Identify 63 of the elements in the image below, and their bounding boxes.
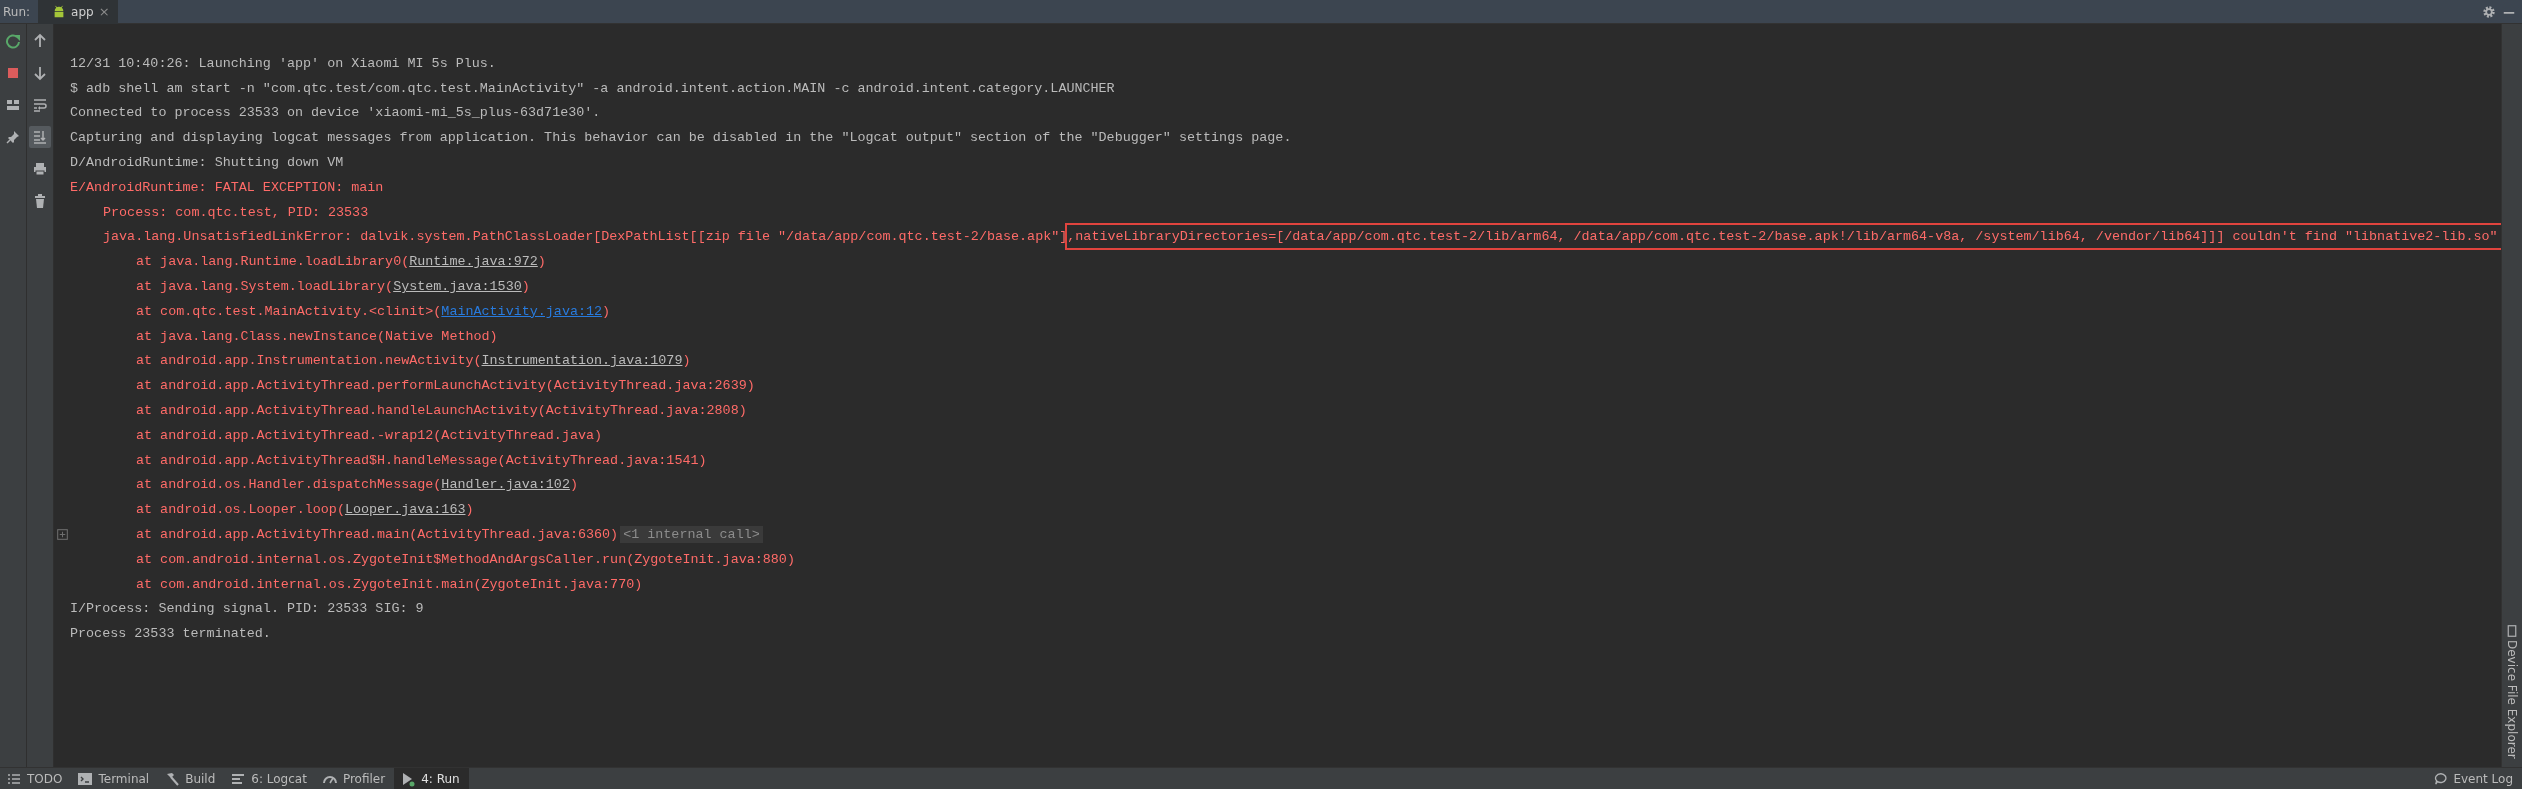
log-text: at com.qtc.test.MainActivity.<clinit>( — [136, 303, 442, 319]
log-line: at com.android.internal.os.ZygoteInit$MethodAndArgsCaller.run(ZygoteInit.java:880) — [136, 551, 795, 567]
log-line: at com.android.internal.os.ZygoteInit.main(ZygoteInit.java:770) — [136, 576, 643, 592]
log-line: at android.app.ActivityThread.handleLaunchActivity(ActivityThread.java:2808) — [136, 403, 747, 419]
play-icon — [400, 770, 417, 787]
log-line: $ adb shell am start -n "com.qtc.test/com.qtc.test.MainActivity" -a android.intent.action.MAIN -c android.intent.category.LAUNCHER — [70, 80, 1115, 96]
log-text: ) — [537, 254, 546, 270]
tool-window-tab[interactable]: Profiler — [315, 768, 395, 789]
log-text: at java.lang.Runtime.loadLibrary0( — [136, 254, 410, 270]
log-text: ) — [521, 279, 530, 295]
source-link[interactable]: Instrumentation.java:1079 — [481, 353, 683, 369]
log-line: Capturing and displaying logcat messages from application. This behavior can be disabled in the "Logcat output" section of the "Debugger" settings page. — [70, 130, 1292, 146]
soft-wrap-icon[interactable] — [32, 97, 48, 113]
run-tab[interactable]: app × — [38, 0, 118, 24]
source-link[interactable]: System.java:1530 — [393, 279, 522, 295]
scroll-to-end-icon[interactable] — [32, 129, 48, 145]
tool-window-tab[interactable]: Terminal — [71, 768, 159, 789]
pin-icon[interactable] — [5, 129, 21, 145]
log-line: Process: com.qtc.test, PID: 23533 — [103, 204, 369, 220]
log-line: E/AndroidRuntime: FATAL EXCEPTION: main — [70, 179, 384, 195]
source-link[interactable]: Looper.java:163 — [344, 502, 466, 518]
log-text: at java.lang.System.loadLibrary( — [136, 279, 394, 295]
close-icon[interactable]: × — [98, 4, 110, 19]
source-link[interactable]: MainActivity.java:12 — [441, 303, 603, 319]
up-arrow-icon[interactable] — [32, 33, 48, 49]
log-text: at android.app.Instrumentation.newActivity( — [136, 353, 482, 369]
device-icon — [2506, 625, 2518, 638]
log-text: ) — [569, 477, 578, 493]
stop-icon[interactable] — [5, 65, 21, 81]
log-line: at android.app.ActivityThread.-wrap12(ActivityThread.java) — [136, 427, 603, 443]
trash-icon[interactable] — [32, 193, 48, 209]
log-text: at android.os.Handler.dispatchMessage( — [136, 477, 442, 493]
tool-window-tab[interactable]: Build — [158, 768, 225, 789]
printer-icon[interactable] — [32, 161, 48, 177]
folded-calls-label[interactable]: <1 internal call> — [620, 526, 763, 544]
log-line: Process 23533 terminated. — [70, 626, 271, 642]
event-log-button[interactable]: Event Log — [2428, 768, 2522, 789]
settings-icon[interactable] — [2482, 4, 2496, 19]
speech-bubble-icon — [2434, 771, 2449, 786]
log-line: Connected to process 23533 on device 'xiaomi-mi_5s_plus-63d71e30'. — [70, 105, 601, 121]
source-link[interactable]: Runtime.java:972 — [409, 254, 538, 270]
log-line: at android.app.ActivityThread.performLaunchActivity(ActivityThread.java:2639) — [136, 378, 755, 394]
device-file-explorer-tab[interactable]: Device File Explorer — [2502, 625, 2522, 759]
rerun-icon[interactable] — [5, 33, 21, 49]
tool-window-tab[interactable]: 6: Logcat — [224, 768, 316, 789]
log-line: I/Process: Sending signal. PID: 23533 SIG: 9 — [70, 601, 424, 617]
log-text: at android.os.Looper.loop( — [136, 502, 345, 518]
tool-window-tab[interactable]: 4: Run — [394, 768, 469, 789]
source-link[interactable]: Handler.java:102 — [441, 477, 570, 493]
log-line: 12/31 10:40:26: Launching 'app' on Xiaomi MI 5s Plus. — [70, 55, 496, 71]
down-arrow-icon[interactable] — [32, 65, 48, 81]
log-text: java.lang.UnsatisfiedLinkError: dalvik.system.PathClassLoader[DexPathList[[zip file "/data/app/com.qtc.test-2/base.apk"] — [103, 229, 1068, 245]
layout-icon[interactable] — [5, 97, 21, 113]
tool-window-tab[interactable]: TODO — [0, 768, 72, 789]
panel-label: Run: — [2, 4, 31, 19]
log-line: at android.app.ActivityThread$H.handleMessage(ActivityThread.java:1541) — [136, 452, 707, 468]
log-text: ) — [602, 303, 611, 319]
log-text: at android.app.ActivityThread.main(ActivityThread.java:6360) — [136, 527, 619, 543]
expand-icon[interactable] — [56, 529, 68, 541]
log-line: at java.lang.Class.newInstance(Native Method) — [136, 328, 498, 344]
log-text: ) — [465, 502, 474, 518]
log-line: D/AndroidRuntime: Shutting down VM — [70, 155, 344, 171]
log-text: ) — [682, 353, 691, 369]
